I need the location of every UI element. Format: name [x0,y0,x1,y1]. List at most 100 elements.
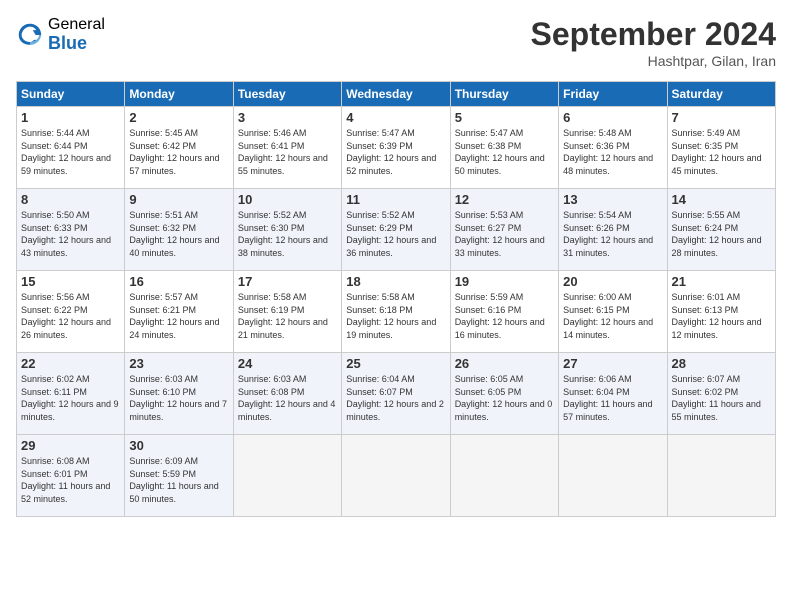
calendar-week-2: 8 Sunrise: 5:50 AM Sunset: 6:33 PM Dayli… [17,189,776,271]
calendar-cell: 10 Sunrise: 5:52 AM Sunset: 6:30 PM Dayl… [233,189,341,271]
calendar-body: 1 Sunrise: 5:44 AM Sunset: 6:44 PM Dayli… [17,107,776,517]
day-info: Sunrise: 5:51 AM Sunset: 6:32 PM Dayligh… [129,209,228,259]
calendar-cell [450,435,558,517]
calendar-table: Sunday Monday Tuesday Wednesday Thursday… [16,81,776,517]
day-number: 18 [346,274,445,289]
day-info: Sunrise: 5:45 AM Sunset: 6:42 PM Dayligh… [129,127,228,177]
day-info: Sunrise: 5:53 AM Sunset: 6:27 PM Dayligh… [455,209,554,259]
calendar-cell: 27 Sunrise: 6:06 AM Sunset: 6:04 PM Dayl… [559,353,667,435]
day-info: Sunrise: 5:49 AM Sunset: 6:35 PM Dayligh… [672,127,771,177]
calendar-cell: 19 Sunrise: 5:59 AM Sunset: 6:16 PM Dayl… [450,271,558,353]
day-info: Sunrise: 5:47 AM Sunset: 6:38 PM Dayligh… [455,127,554,177]
calendar-cell: 14 Sunrise: 5:55 AM Sunset: 6:24 PM Dayl… [667,189,775,271]
day-info: Sunrise: 6:06 AM Sunset: 6:04 PM Dayligh… [563,373,662,423]
day-info: Sunrise: 5:58 AM Sunset: 6:19 PM Dayligh… [238,291,337,341]
day-number: 22 [21,356,120,371]
calendar-cell: 2 Sunrise: 5:45 AM Sunset: 6:42 PM Dayli… [125,107,233,189]
day-info: Sunrise: 5:57 AM Sunset: 6:21 PM Dayligh… [129,291,228,341]
calendar-cell: 29 Sunrise: 6:08 AM Sunset: 6:01 PM Dayl… [17,435,125,517]
calendar-cell: 5 Sunrise: 5:47 AM Sunset: 6:38 PM Dayli… [450,107,558,189]
day-number: 16 [129,274,228,289]
day-info: Sunrise: 5:52 AM Sunset: 6:29 PM Dayligh… [346,209,445,259]
day-info: Sunrise: 6:05 AM Sunset: 6:05 PM Dayligh… [455,373,554,423]
title-block: September 2024 Hashtpar, Gilan, Iran [531,16,776,69]
calendar-header: Sunday Monday Tuesday Wednesday Thursday… [17,82,776,107]
day-number: 13 [563,192,662,207]
calendar-cell: 1 Sunrise: 5:44 AM Sunset: 6:44 PM Dayli… [17,107,125,189]
calendar-cell: 26 Sunrise: 6:05 AM Sunset: 6:05 PM Dayl… [450,353,558,435]
calendar-cell: 15 Sunrise: 5:56 AM Sunset: 6:22 PM Dayl… [17,271,125,353]
calendar-cell: 23 Sunrise: 6:03 AM Sunset: 6:10 PM Dayl… [125,353,233,435]
logo-blue: Blue [48,34,105,54]
day-number: 27 [563,356,662,371]
th-sunday: Sunday [17,82,125,107]
day-number: 25 [346,356,445,371]
calendar-cell: 24 Sunrise: 6:03 AM Sunset: 6:08 PM Dayl… [233,353,341,435]
calendar-cell [233,435,341,517]
day-number: 15 [21,274,120,289]
calendar-week-1: 1 Sunrise: 5:44 AM Sunset: 6:44 PM Dayli… [17,107,776,189]
calendar-cell: 18 Sunrise: 5:58 AM Sunset: 6:18 PM Dayl… [342,271,450,353]
day-number: 10 [238,192,337,207]
calendar-week-5: 29 Sunrise: 6:08 AM Sunset: 6:01 PM Dayl… [17,435,776,517]
calendar-cell: 3 Sunrise: 5:46 AM Sunset: 6:41 PM Dayli… [233,107,341,189]
th-monday: Monday [125,82,233,107]
day-info: Sunrise: 6:03 AM Sunset: 6:10 PM Dayligh… [129,373,228,423]
day-number: 26 [455,356,554,371]
day-number: 24 [238,356,337,371]
calendar-cell: 8 Sunrise: 5:50 AM Sunset: 6:33 PM Dayli… [17,189,125,271]
day-number: 11 [346,192,445,207]
day-number: 7 [672,110,771,125]
day-info: Sunrise: 6:00 AM Sunset: 6:15 PM Dayligh… [563,291,662,341]
day-number: 2 [129,110,228,125]
calendar-cell: 22 Sunrise: 6:02 AM Sunset: 6:11 PM Dayl… [17,353,125,435]
day-number: 23 [129,356,228,371]
day-number: 4 [346,110,445,125]
day-info: Sunrise: 5:47 AM Sunset: 6:39 PM Dayligh… [346,127,445,177]
day-number: 6 [563,110,662,125]
location: Hashtpar, Gilan, Iran [531,53,776,69]
page: General Blue September 2024 Hashtpar, Gi… [0,0,792,612]
day-info: Sunrise: 6:09 AM Sunset: 5:59 PM Dayligh… [129,455,228,505]
day-number: 12 [455,192,554,207]
day-info: Sunrise: 5:55 AM Sunset: 6:24 PM Dayligh… [672,209,771,259]
calendar-cell: 20 Sunrise: 6:00 AM Sunset: 6:15 PM Dayl… [559,271,667,353]
day-number: 5 [455,110,554,125]
calendar-cell: 9 Sunrise: 5:51 AM Sunset: 6:32 PM Dayli… [125,189,233,271]
logo-general: General [48,16,105,34]
day-info: Sunrise: 6:01 AM Sunset: 6:13 PM Dayligh… [672,291,771,341]
calendar-week-3: 15 Sunrise: 5:56 AM Sunset: 6:22 PM Dayl… [17,271,776,353]
th-friday: Friday [559,82,667,107]
day-info: Sunrise: 5:54 AM Sunset: 6:26 PM Dayligh… [563,209,662,259]
day-number: 21 [672,274,771,289]
day-info: Sunrise: 6:07 AM Sunset: 6:02 PM Dayligh… [672,373,771,423]
day-info: Sunrise: 5:44 AM Sunset: 6:44 PM Dayligh… [21,127,120,177]
calendar-cell: 30 Sunrise: 6:09 AM Sunset: 5:59 PM Dayl… [125,435,233,517]
day-info: Sunrise: 5:52 AM Sunset: 6:30 PM Dayligh… [238,209,337,259]
logo-text: General Blue [48,16,105,53]
calendar-cell: 4 Sunrise: 5:47 AM Sunset: 6:39 PM Dayli… [342,107,450,189]
day-info: Sunrise: 5:56 AM Sunset: 6:22 PM Dayligh… [21,291,120,341]
day-info: Sunrise: 6:02 AM Sunset: 6:11 PM Dayligh… [21,373,120,423]
calendar-cell: 17 Sunrise: 5:58 AM Sunset: 6:19 PM Dayl… [233,271,341,353]
calendar-cell: 11 Sunrise: 5:52 AM Sunset: 6:29 PM Dayl… [342,189,450,271]
calendar-cell: 7 Sunrise: 5:49 AM Sunset: 6:35 PM Dayli… [667,107,775,189]
header-row: Sunday Monday Tuesday Wednesday Thursday… [17,82,776,107]
calendar-cell: 21 Sunrise: 6:01 AM Sunset: 6:13 PM Dayl… [667,271,775,353]
day-number: 29 [21,438,120,453]
logo-icon [16,21,44,49]
day-number: 30 [129,438,228,453]
day-info: Sunrise: 5:50 AM Sunset: 6:33 PM Dayligh… [21,209,120,259]
calendar-cell: 6 Sunrise: 5:48 AM Sunset: 6:36 PM Dayli… [559,107,667,189]
logo: General Blue [16,16,105,53]
calendar-cell [559,435,667,517]
month-title: September 2024 [531,16,776,53]
day-info: Sunrise: 6:03 AM Sunset: 6:08 PM Dayligh… [238,373,337,423]
day-info: Sunrise: 6:08 AM Sunset: 6:01 PM Dayligh… [21,455,120,505]
calendar-cell: 16 Sunrise: 5:57 AM Sunset: 6:21 PM Dayl… [125,271,233,353]
th-wednesday: Wednesday [342,82,450,107]
calendar-cell: 28 Sunrise: 6:07 AM Sunset: 6:02 PM Dayl… [667,353,775,435]
header: General Blue September 2024 Hashtpar, Gi… [16,16,776,69]
calendar-cell: 25 Sunrise: 6:04 AM Sunset: 6:07 PM Dayl… [342,353,450,435]
day-info: Sunrise: 6:04 AM Sunset: 6:07 PM Dayligh… [346,373,445,423]
